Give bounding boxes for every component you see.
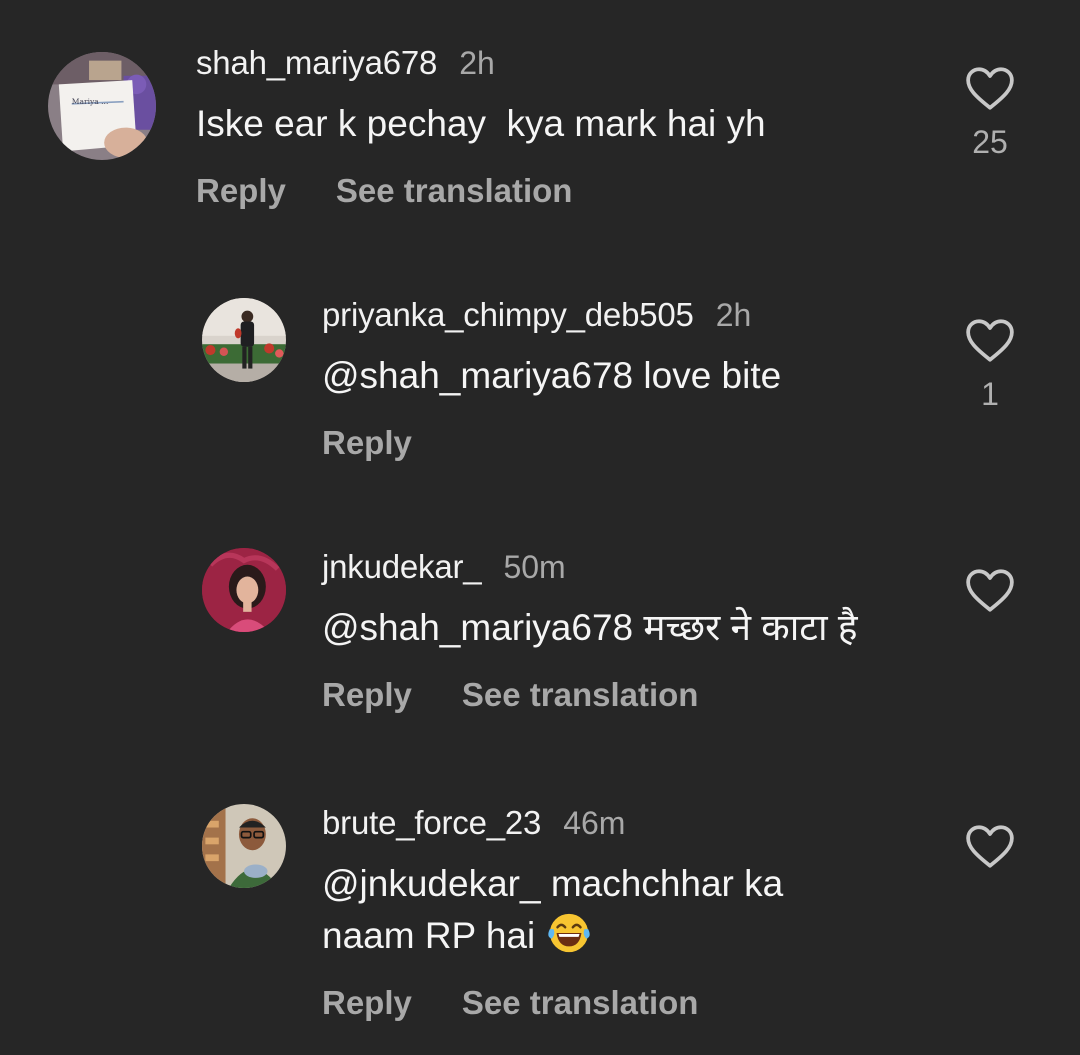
heart-icon[interactable] (965, 824, 1015, 870)
comment-actions: Reply See translation (322, 984, 783, 1022)
username[interactable]: jnkudekar_ (322, 548, 482, 586)
username[interactable]: priyanka_chimpy_deb505 (322, 296, 694, 334)
comment-actions: Reply See translation (322, 676, 857, 714)
avatar[interactable] (202, 804, 286, 888)
see-translation-button[interactable]: See translation (462, 984, 699, 1022)
comment-actions: Reply (322, 424, 781, 462)
heart-icon[interactable] (965, 66, 1015, 112)
comment-meta: jnkudekar_ 50m (322, 548, 857, 586)
like-section: 1 (958, 318, 1022, 413)
comment-text: @jnkudekar_ machchhar ka naam RP hai (322, 858, 783, 962)
face-with-tears-of-joy-emoji (547, 913, 590, 953)
timestamp: 46m (563, 805, 626, 841)
like-count: 1 (981, 376, 999, 412)
like-section: 25 (958, 66, 1022, 161)
profile-photo-man-glasses-icon (202, 804, 286, 888)
timestamp: 50m (503, 549, 566, 585)
like-count: 25 (972, 124, 1008, 160)
heart-icon[interactable] (965, 568, 1015, 614)
comment-actions: Reply See translation (196, 172, 766, 210)
comment-body: brute_force_23 46m @jnkudekar_ machchhar… (322, 804, 783, 1022)
comment-meta: shah_mariya678 2h (196, 44, 766, 82)
comment-meta: brute_force_23 46m (322, 804, 783, 842)
reply-button[interactable]: Reply (322, 424, 412, 462)
see-translation-button[interactable]: See translation (336, 172, 573, 210)
svg-text:Mariya ...: Mariya ... (72, 97, 109, 106)
see-translation-button[interactable]: See translation (462, 676, 699, 714)
avatar[interactable]: Mariya ... (48, 52, 156, 160)
profile-photo-woman-portrait-icon (202, 548, 286, 632)
avatar[interactable] (202, 548, 286, 632)
comment-body: shah_mariya678 2h Iske ear k pechay kya … (196, 44, 766, 210)
timestamp: 2h (459, 45, 495, 81)
comment-text-line: @jnkudekar_ machchhar ka (322, 863, 784, 904)
comment-meta: priyanka_chimpy_deb505 2h (322, 296, 781, 334)
reply-button[interactable]: Reply (322, 984, 412, 1022)
timestamp: 2h (715, 297, 752, 333)
username[interactable]: brute_force_23 (322, 804, 541, 842)
username[interactable]: shah_mariya678 (196, 44, 437, 82)
reply-button[interactable]: Reply (196, 172, 286, 210)
comment-body: priyanka_chimpy_deb505 2h @shah_mariya67… (322, 296, 781, 462)
comment-text: @shah_mariya678 love bite (322, 355, 782, 396)
like-section (958, 568, 1022, 614)
profile-photo-handwritten-note-icon: Mariya ... (48, 52, 156, 160)
like-section (958, 824, 1022, 870)
comment-body: jnkudekar_ 50m @shah_mariya678 मच्छर ने … (322, 548, 857, 714)
comment-text-line: naam RP hai (322, 915, 536, 956)
heart-icon[interactable] (965, 318, 1015, 364)
comment-text: Iske ear k pechay kya mark hai yh (196, 103, 766, 144)
avatar[interactable] (202, 298, 286, 382)
reply-button[interactable]: Reply (322, 676, 412, 714)
profile-photo-woman-standing-icon (202, 298, 286, 382)
comment-text: @shah_mariya678 मच्छर ने काटा है (322, 607, 858, 648)
